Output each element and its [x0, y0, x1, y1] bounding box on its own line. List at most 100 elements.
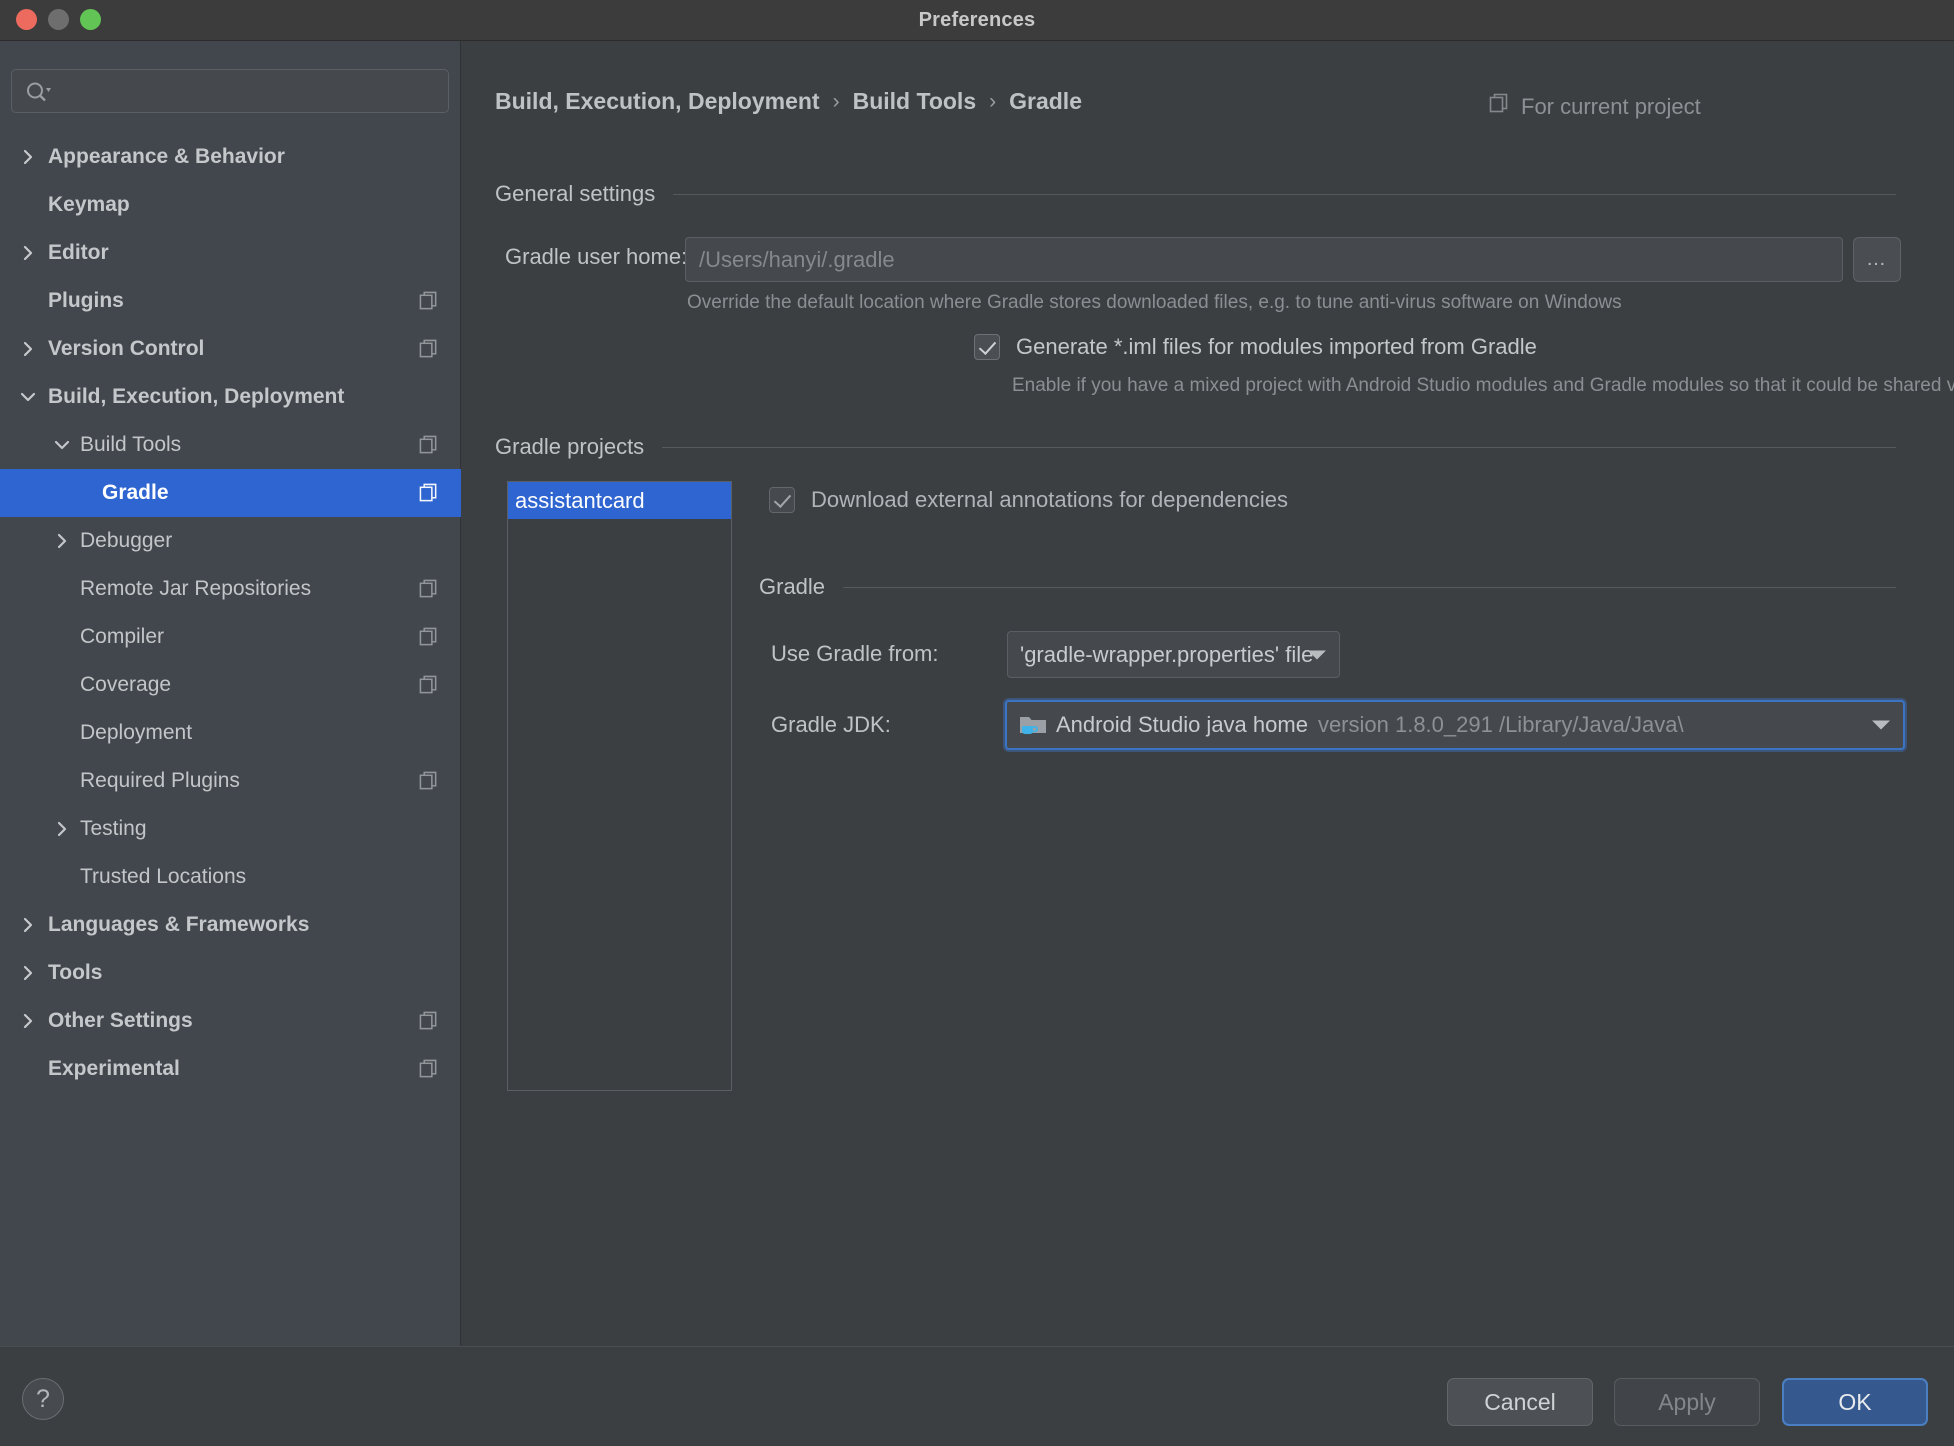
chevron-down-icon	[1308, 650, 1326, 659]
use-gradle-from-label: Use Gradle from:	[771, 641, 939, 667]
window-title: Preferences	[0, 0, 1954, 41]
chevron-right-icon[interactable]	[18, 339, 38, 359]
sidebar-item-trusted-locations[interactable]: Trusted Locations	[0, 853, 461, 901]
section-divider	[843, 587, 1896, 588]
sidebar-item-experimental[interactable]: Experimental	[0, 1045, 461, 1093]
sidebar-item-required-plugins[interactable]: Required Plugins	[0, 757, 461, 805]
gradle-projects-section-header: Gradle projects	[495, 434, 1920, 460]
general-settings-section-header: General settings	[495, 181, 1920, 207]
chevron-right-icon[interactable]	[18, 243, 38, 263]
copy-icon	[419, 1011, 439, 1031]
sidebar-item-label: Other Settings	[48, 1009, 193, 1033]
settings-sidebar: Appearance & Behavior Keymap Editor Plugins…	[0, 41, 461, 1346]
copy-icon	[419, 771, 439, 791]
use-gradle-from-value: 'gradle-wrapper.properties' file	[1020, 642, 1313, 668]
scope-note: For current project	[1489, 93, 1701, 120]
sidebar-item-label: Required Plugins	[80, 769, 240, 793]
sidebar-item-label: Build, Execution, Deployment	[48, 385, 344, 409]
chevron-right-icon[interactable]	[52, 819, 72, 839]
use-gradle-from-dropdown[interactable]: 'gradle-wrapper.properties' file	[1007, 631, 1340, 678]
gradle-user-home-label: Gradle user home:	[505, 244, 687, 270]
breadcrumb: Build, Execution, Deployment › Build Too…	[495, 88, 1082, 115]
sidebar-item-editor[interactable]: Editor	[0, 229, 461, 277]
breadcrumb-part-0[interactable]: Build, Execution, Deployment	[495, 88, 820, 115]
general-settings-title: General settings	[495, 181, 655, 207]
copy-icon	[419, 579, 439, 599]
sidebar-item-tools[interactable]: Tools	[0, 949, 461, 997]
gradle-user-home-hint: Override the default location where Grad…	[687, 292, 1622, 314]
sidebar-item-label: Gradle	[102, 481, 169, 505]
chevron-right-icon[interactable]	[18, 147, 38, 167]
chevron-right-icon[interactable]	[18, 963, 38, 983]
apply-button[interactable]: Apply	[1614, 1378, 1760, 1426]
sidebar-item-label: Trusted Locations	[80, 865, 246, 889]
breadcrumb-part-2[interactable]: Gradle	[1009, 88, 1082, 115]
sidebar-item-plugins[interactable]: Plugins	[0, 277, 461, 325]
copy-icon	[419, 291, 439, 311]
copy-icon	[419, 483, 439, 503]
chevron-down-icon	[1872, 721, 1890, 730]
sidebar-item-build-tools[interactable]: Build Tools	[0, 421, 461, 469]
copy-icon	[419, 339, 439, 359]
generate-iml-hint: Enable if you have a mixed project with …	[1012, 375, 1954, 397]
gradle-user-home-input[interactable]	[685, 237, 1843, 282]
sidebar-item-label: Plugins	[48, 289, 124, 313]
gradle-group-section-header: Gradle	[759, 574, 1920, 600]
download-annotations-label: Download external annotations for depend…	[811, 487, 1288, 513]
sidebar-item-label: Keymap	[48, 193, 130, 217]
help-button[interactable]: ?	[22, 1378, 64, 1420]
chevron-right-icon[interactable]	[18, 915, 38, 935]
sidebar-item-label: Compiler	[80, 625, 164, 649]
sidebar-item-label: Version Control	[48, 337, 204, 361]
chevron-right-icon[interactable]	[52, 531, 72, 551]
copy-icon	[419, 675, 439, 695]
generate-iml-checkbox[interactable]	[974, 334, 1000, 360]
sidebar-item-label: Testing	[80, 817, 147, 841]
sidebar-item-remote-jar-repositories[interactable]: Remote Jar Repositories	[0, 565, 461, 613]
generate-iml-label: Generate *.iml files for modules importe…	[1016, 334, 1537, 360]
breadcrumb-part-1[interactable]: Build Tools	[853, 88, 977, 115]
window-titlebar: Preferences	[0, 0, 1954, 41]
sidebar-item-compiler[interactable]: Compiler	[0, 613, 461, 661]
gradle-jdk-label: Gradle JDK:	[771, 712, 891, 738]
search-box[interactable]	[11, 69, 449, 113]
copy-icon	[419, 1059, 439, 1079]
sidebar-item-version-control[interactable]: Version Control	[0, 325, 461, 373]
cancel-button[interactable]: Cancel	[1447, 1378, 1593, 1426]
list-item[interactable]: assistantcard	[508, 482, 731, 519]
search-input[interactable]	[60, 70, 440, 112]
gradle-user-home-browse-button[interactable]: …	[1853, 237, 1901, 282]
settings-tree: Appearance & Behavior Keymap Editor Plugins…	[0, 133, 461, 1093]
generate-iml-checkbox-row[interactable]: Generate *.iml files for modules importe…	[974, 334, 1537, 360]
gradle-group-title: Gradle	[759, 574, 825, 600]
sidebar-item-testing[interactable]: Testing	[0, 805, 461, 853]
sidebar-item-languages-frameworks[interactable]: Languages & Frameworks	[0, 901, 461, 949]
sidebar-item-label: Experimental	[48, 1057, 180, 1081]
download-annotations-checkbox[interactable]	[769, 487, 795, 513]
download-annotations-checkbox-row[interactable]: Download external annotations for depend…	[769, 487, 1288, 513]
chevron-down-icon[interactable]	[52, 435, 72, 455]
sidebar-item-deployment[interactable]: Deployment	[0, 709, 461, 757]
sidebar-item-label: Editor	[48, 241, 109, 265]
sidebar-item-build-execution-deployment[interactable]: Build, Execution, Deployment	[0, 373, 461, 421]
chevron-right-icon[interactable]	[18, 1011, 38, 1031]
sidebar-item-label: Coverage	[80, 673, 171, 697]
sidebar-item-coverage[interactable]: Coverage	[0, 661, 461, 709]
copy-icon	[1489, 93, 1510, 120]
gradle-jdk-dropdown[interactable]: Android Studio java home version 1.8.0_2…	[1005, 700, 1905, 750]
sidebar-item-keymap[interactable]: Keymap	[0, 181, 461, 229]
sidebar-item-gradle[interactable]: Gradle	[0, 469, 461, 517]
sidebar-item-label: Deployment	[80, 721, 192, 745]
copy-icon	[419, 435, 439, 455]
section-divider	[673, 194, 1896, 195]
chevron-down-icon[interactable]	[18, 387, 38, 407]
ok-button[interactable]: OK	[1782, 1378, 1928, 1426]
sidebar-item-debugger[interactable]: Debugger	[0, 517, 461, 565]
search-wrapper	[11, 69, 449, 113]
sidebar-item-appearance-behavior[interactable]: Appearance & Behavior	[0, 133, 461, 181]
gradle-project-list[interactable]: assistantcard	[507, 481, 732, 1091]
gradle-jdk-detail: version 1.8.0_291 /Library/Java/Java\	[1318, 712, 1684, 738]
sidebar-item-other-settings[interactable]: Other Settings	[0, 997, 461, 1045]
search-icon	[25, 81, 51, 103]
sidebar-item-label: Appearance & Behavior	[48, 145, 285, 169]
